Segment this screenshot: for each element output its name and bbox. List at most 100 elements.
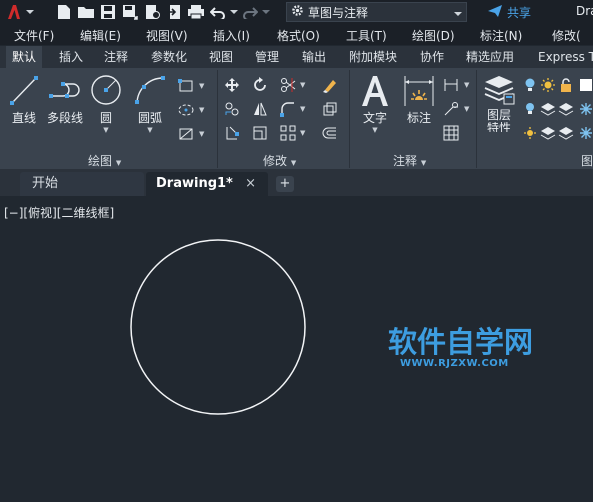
layer-on-icon[interactable] [520,75,540,95]
layer-freeze-icon[interactable] [556,99,576,119]
new-tab-button[interactable]: + [276,176,294,192]
rectangle-dropdown-icon[interactable]: ▼ [199,82,204,90]
scale-icon[interactable] [250,123,270,143]
layer-unlock-icon[interactable] [556,123,576,143]
layer-snowflake-icon[interactable] [576,99,593,119]
tab-express-tools[interactable]: Express T [532,46,593,68]
dimension-tool-button[interactable]: 标注 [401,74,437,126]
fillet-dropdown-icon[interactable]: ▼ [300,105,305,113]
mirror-icon[interactable] [250,99,270,119]
draw-panel-title[interactable]: 绘图 ▼ [88,152,121,169]
circle-tool-button[interactable]: 圆 ▼ [89,74,123,134]
menu-bar: 文件(F) 编辑(E) 视图(V) 插入(I) 格式(O) 工具(T) 绘图(D… [0,24,593,45]
tab-output[interactable]: 输出 [296,46,332,68]
layers-panel-title[interactable]: 图 [581,152,593,169]
hatch-dropdown-icon[interactable]: ▼ [199,106,204,114]
tab-drawing1[interactable]: Drawing1* × [146,172,268,196]
explode-icon[interactable] [320,99,340,119]
menu-draw[interactable]: 绘图(D) [412,27,455,44]
undo-icon[interactable] [207,1,229,23]
plot-icon[interactable] [185,1,207,23]
chevron-down-icon [454,6,462,20]
tab-featured-apps[interactable]: 精选应用 [460,46,520,68]
open-web-icon[interactable] [141,1,163,23]
copy-icon[interactable] [222,99,242,119]
arc-dropdown-icon[interactable]: ▼ [147,126,152,134]
polyline-tool-button[interactable]: 多段线 [44,74,86,126]
redo-icon[interactable] [239,1,261,23]
array-dropdown-icon[interactable]: ▼ [300,129,305,137]
new-file-icon[interactable] [53,1,75,23]
menu-dimension[interactable]: 标注(N) [480,27,522,44]
menu-view[interactable]: 视图(V) [146,27,188,44]
offset-icon[interactable] [320,123,340,143]
open-folder-icon[interactable] [75,1,97,23]
tab-manage[interactable]: 管理 [249,46,285,68]
menu-modify[interactable]: 修改( [552,27,581,44]
layer-lock-icon[interactable] [556,75,576,95]
save-web-icon[interactable] [163,1,185,23]
tab-default[interactable]: 默认 [6,46,43,68]
tab-drawing1-label: Drawing1* [156,176,233,191]
layer-walk-icon[interactable] [576,123,593,143]
line-tool-button[interactable]: 直线 [9,74,39,126]
tab-collaborate[interactable]: 协作 [414,46,450,68]
menu-edit[interactable]: 编辑(E) [80,27,121,44]
annotation-panel-title[interactable]: 注释 ▼ [393,152,426,169]
rectangle-icon[interactable] [176,76,196,96]
layer-properties-label-1: 图层 [486,108,511,122]
text-tool-button[interactable]: 文字 ▼ [357,74,393,134]
tab-annotate[interactable]: 注释 [98,46,134,68]
layer-sun-icon[interactable] [520,123,540,143]
save-icon[interactable] [97,1,119,23]
drawing-canvas[interactable]: [−][俯视][二维线框] 软件自学网 WWW.RJZXW.COM [0,196,593,502]
trim-dropdown-icon[interactable]: ▼ [300,81,305,89]
dimension-icon [404,76,434,106]
erase-icon[interactable] [320,75,340,95]
layer-match-icon[interactable] [538,123,558,143]
text-dropdown-icon[interactable]: ▼ [372,126,377,134]
tab-view[interactable]: 视图 [203,46,239,68]
layer-color-icon[interactable] [576,75,593,95]
share-button[interactable]: 共享 [487,2,531,22]
hatch-icon[interactable] [176,100,196,120]
tab-parametric[interactable]: 参数化 [145,46,193,68]
save-as-icon[interactable] [119,1,141,23]
menu-insert[interactable]: 插入(I) [213,27,250,44]
circle-icon [91,75,121,105]
linear-dimension-icon[interactable] [441,75,461,95]
close-icon[interactable]: × [245,172,256,196]
ellipse-icon[interactable] [176,124,196,144]
tab-start[interactable]: 开始 [20,172,144,196]
drawn-circle[interactable] [130,239,306,415]
layer-isolate-icon[interactable] [538,99,558,119]
fillet-icon[interactable] [278,99,298,119]
layer-properties-button[interactable]: 图层 特性 [481,74,517,132]
undo-dropdown-icon[interactable] [229,1,239,23]
array-icon[interactable] [278,123,298,143]
layer-thaw-icon[interactable] [538,75,558,95]
move-icon[interactable] [222,75,242,95]
leader-icon[interactable] [441,99,461,119]
leader-dropdown-icon[interactable]: ▼ [464,105,469,113]
arc-tool-button[interactable]: 圆弧 ▼ [133,74,167,134]
menu-tools[interactable]: 工具(T) [346,27,387,44]
redo-dropdown-icon[interactable] [261,1,271,23]
circle-dropdown-icon[interactable]: ▼ [103,126,108,134]
tab-addins[interactable]: 附加模块 [343,46,403,68]
app-logo-icon[interactable] [3,1,25,23]
modify-panel-title[interactable]: 修改 ▼ [263,152,296,169]
workspace-dropdown[interactable]: 草图与注释 [286,2,467,22]
tab-insert[interactable]: 插入 [53,46,89,68]
menu-file[interactable]: 文件(F) [14,27,54,44]
rotate-icon[interactable] [250,75,270,95]
linear-dimension-dropdown-icon[interactable]: ▼ [464,81,469,89]
menu-format[interactable]: 格式(O) [277,27,320,44]
table-icon[interactable] [441,123,461,143]
stretch-icon[interactable] [222,123,242,143]
layer-bulb-icon[interactable] [520,99,540,119]
ellipse-dropdown-icon[interactable]: ▼ [199,130,204,138]
trim-icon[interactable] [278,75,298,95]
workspace-name: 草图与注释 [308,5,369,20]
app-menu-chevron-icon[interactable] [25,1,35,23]
